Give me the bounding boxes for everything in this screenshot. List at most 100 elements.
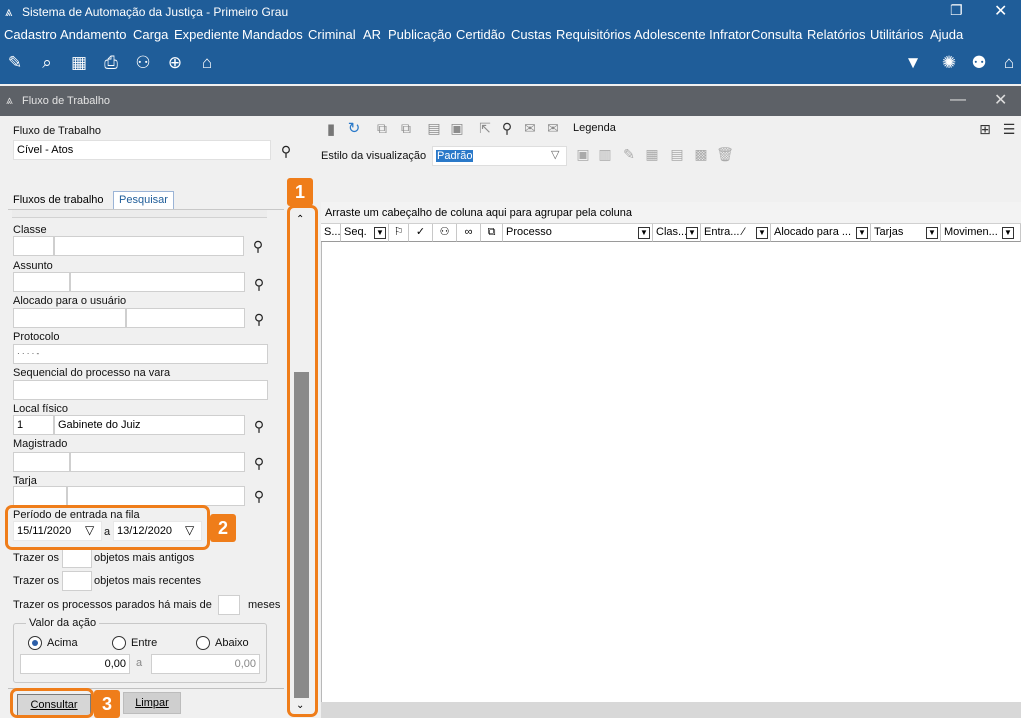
limpar-button[interactable]: Limpar [123, 692, 181, 714]
inbox-icon[interactable]: ⌂ [196, 52, 218, 74]
protocolo-field[interactable]: · · · · - [13, 344, 268, 364]
style-copy-icon[interactable]: ▤ [668, 146, 686, 163]
sequencial-field[interactable] [13, 380, 268, 400]
magistrado-code-field[interactable] [13, 452, 70, 472]
tab-fluxos[interactable]: Fluxos de trabalho [8, 192, 109, 210]
delete-comment-icon[interactable]: ✉ [544, 120, 562, 137]
style-edit-icon[interactable]: ✎ [620, 146, 638, 163]
style-save-icon[interactable]: ▣ [574, 146, 592, 163]
results-grid[interactable] [321, 202, 1021, 702]
col-link[interactable]: ∞ [457, 224, 481, 242]
recentes-count-field[interactable] [62, 571, 92, 591]
alocado-search-icon[interactable]: ⚲ [251, 311, 267, 327]
menu-cadastro[interactable]: Cadastro [4, 27, 57, 42]
close-icon[interactable]: ✕ [994, 1, 1007, 21]
valor-max-field[interactable]: 0,00 [151, 654, 260, 674]
legenda-label[interactable]: Legenda [573, 122, 616, 134]
assunto-field[interactable] [70, 272, 245, 292]
radio-acima[interactable] [28, 636, 42, 650]
menu-consulta[interactable]: Consulta [751, 27, 802, 42]
menu-certidao[interactable]: Certidão [456, 27, 505, 42]
col-classe-filter-icon[interactable]: ▼ [686, 227, 698, 239]
classe-code-field[interactable] [13, 236, 54, 256]
stop-icon[interactable]: ▮ [322, 120, 340, 138]
menu-custas[interactable]: Custas [511, 27, 551, 42]
classe-field[interactable] [54, 236, 244, 256]
list-view-icon[interactable]: ☰ [1000, 121, 1018, 138]
col-processo[interactable]: Processo [503, 224, 653, 242]
tarja-search-icon[interactable]: ⚲ [251, 488, 267, 504]
hierarchy-icon[interactable]: ⚇ [132, 52, 154, 74]
edit-icon[interactable]: ✎ [4, 52, 26, 74]
menu-carga[interactable]: Carga [133, 27, 168, 42]
classe-search-icon[interactable]: ⚲ [250, 238, 266, 254]
add-document-icon[interactable]: ⊕ [164, 52, 186, 74]
local-search-icon[interactable]: ⚲ [251, 418, 267, 434]
menu-ar[interactable]: AR [363, 27, 381, 42]
col-processo-filter-icon[interactable]: ▼ [638, 227, 650, 239]
find-icon[interactable]: ⚲ [498, 120, 516, 137]
menu-criminal[interactable]: Criminal [308, 27, 356, 42]
menu-adolescente-infrator[interactable]: Adolescente Infrator [634, 27, 750, 42]
estilo-select[interactable]: Padrão [432, 146, 567, 166]
menu-expediente[interactable]: Expediente [174, 27, 239, 42]
home-icon[interactable]: ⌂ [998, 52, 1020, 74]
estilo-chevron-icon[interactable]: ▽ [551, 148, 559, 161]
search-doc-icon[interactable]: ⌕ [36, 52, 58, 74]
assunto-code-field[interactable] [13, 272, 70, 292]
copy-icon[interactable]: ⧉ [373, 120, 391, 137]
fluxo-field[interactable]: Cível - Atos [13, 140, 271, 160]
search-icon[interactable]: ⚲ [278, 143, 294, 159]
col-entrada-filter-icon[interactable]: ▼ [756, 227, 768, 239]
style-archive-icon[interactable]: ▥ [596, 146, 614, 163]
subwindow-close-icon[interactable]: ✕ [994, 90, 1007, 110]
export-icon[interactable]: ⇱ [476, 120, 494, 137]
menu-utilitarios[interactable]: Utilitários [870, 27, 923, 42]
dropdown-arrow-icon[interactable]: ▼ [902, 52, 924, 74]
clipboard-icon[interactable]: ▤ [425, 120, 443, 137]
magistrado-field[interactable] [70, 452, 245, 472]
tab-pesquisar[interactable]: Pesquisar [113, 191, 174, 209]
tarja-field[interactable] [67, 486, 245, 506]
col-s[interactable]: S... [321, 224, 341, 242]
col-copy[interactable]: ⧉ [481, 224, 503, 242]
alocado-code-field[interactable] [13, 308, 126, 328]
menu-publicacao[interactable]: Publicação [388, 27, 452, 42]
col-bookmark[interactable]: ⚐ [389, 224, 409, 242]
radio-abaixo[interactable] [196, 636, 210, 650]
calendar-icon[interactable]: ▦ [68, 52, 90, 74]
save-icon[interactable]: ▣ [448, 120, 466, 137]
valor-min-field[interactable]: 0,00 [20, 654, 130, 674]
parados-field[interactable] [218, 595, 240, 615]
col-check[interactable]: ✓ [409, 224, 433, 242]
col-tarjas-filter-icon[interactable]: ▼ [926, 227, 938, 239]
col-seq-filter-icon[interactable]: ▼ [374, 227, 386, 239]
menu-andamento[interactable]: Andamento [60, 27, 127, 42]
style-import-icon[interactable]: ▩ [692, 146, 710, 163]
paste-icon[interactable]: ⧉ [397, 120, 415, 137]
refresh-icon[interactable]: ↻ [345, 119, 363, 137]
trash-icon[interactable]: 🗑 [716, 146, 734, 163]
tree-view-icon[interactable]: ⊞ [976, 121, 994, 138]
menu-requisitorios[interactable]: Requisitórios [556, 27, 631, 42]
menu-ajuda[interactable]: Ajuda [930, 27, 963, 42]
tarja-code-field[interactable] [13, 486, 67, 506]
col-users[interactable]: ⚇ [433, 224, 457, 242]
menu-relatorios[interactable]: Relatórios [807, 27, 866, 42]
users-icon[interactable]: ⚉ [968, 52, 990, 74]
restore-icon[interactable]: ❐ [950, 2, 963, 19]
antigos-count-field[interactable] [62, 548, 92, 568]
comment-icon[interactable]: ✉ [521, 120, 539, 137]
alocado-field[interactable] [126, 308, 245, 328]
style-grid-icon[interactable]: ▦ [643, 146, 661, 163]
menu-mandados[interactable]: Mandados [242, 27, 303, 42]
local-field[interactable]: Gabinete do Juiz [54, 415, 245, 435]
printer-icon[interactable]: ⎙ [100, 52, 122, 74]
col-alocado-filter-icon[interactable]: ▼ [856, 227, 868, 239]
local-code-field[interactable]: 1 [13, 415, 54, 435]
assunto-search-icon[interactable]: ⚲ [251, 276, 267, 292]
radio-entre[interactable] [112, 636, 126, 650]
col-movimento-filter-icon[interactable]: ▼ [1002, 227, 1014, 239]
minimize-icon[interactable]: — [950, 91, 966, 109]
magistrado-search-icon[interactable]: ⚲ [251, 455, 267, 471]
